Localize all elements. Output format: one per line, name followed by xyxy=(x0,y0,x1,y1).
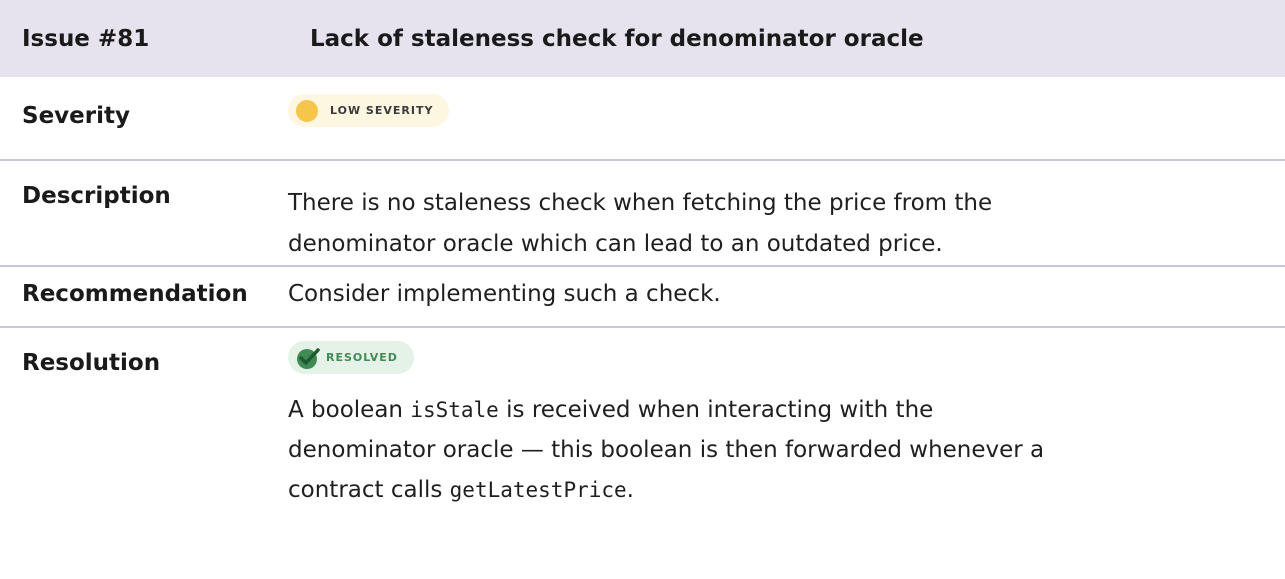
description-line-1: There is no staleness check when fetchin… xyxy=(288,190,993,216)
resolution-row: Resolution RESOLVED A boolean isStale is… xyxy=(0,328,1285,510)
resolution-badge-text: RESOLVED xyxy=(326,351,398,364)
issue-table: Issue #81 Lack of staleness check for de… xyxy=(0,0,1285,510)
issue-header: Issue #81 Lack of staleness check for de… xyxy=(0,0,1285,77)
recommendation-text: Consider implementing such a check. xyxy=(288,281,721,307)
resolution-value: RESOLVED A boolean isStale is received w… xyxy=(288,328,1285,510)
resolution-text-part-2: is received when interacting with the xyxy=(498,396,934,423)
severity-badge-text: LOW SEVERITY xyxy=(330,104,434,117)
check-circle-icon xyxy=(297,347,320,369)
resolution-label: Resolution xyxy=(22,350,161,376)
issue-title: Lack of staleness check for denominator … xyxy=(310,25,924,52)
resolution-text-part-3: denominator oracle — this boolean is the… xyxy=(288,436,1045,463)
issue-number: Issue #81 xyxy=(22,25,150,52)
severity-label: Severity xyxy=(22,103,130,129)
recommendation-row: Recommendation Consider implementing suc… xyxy=(0,267,1285,328)
resolution-text-part-4: contract calls xyxy=(288,476,450,503)
resolution-text: A boolean isStale is received when inter… xyxy=(288,390,1248,510)
description-row: Description There is no staleness check … xyxy=(0,161,1285,267)
resolution-text-part-5: . xyxy=(626,476,634,503)
description-line-2: denominator oracle which can lead to an … xyxy=(288,231,943,257)
severity-value: LOW SEVERITY xyxy=(288,77,1285,159)
code-get-latest-price: getLatestPrice xyxy=(449,477,627,502)
code-is-stale: isStale xyxy=(410,397,499,422)
severity-dot-icon xyxy=(296,99,318,122)
recommendation-label: Recommendation xyxy=(22,281,248,307)
severity-badge: LOW SEVERITY xyxy=(288,94,450,127)
severity-row: Severity LOW SEVERITY xyxy=(0,77,1285,161)
resolution-badge: RESOLVED xyxy=(288,341,414,374)
resolution-text-part-1: A boolean xyxy=(288,396,411,423)
description-label: Description xyxy=(22,183,171,209)
description-text: There is no staleness check when fetchin… xyxy=(288,161,1285,265)
